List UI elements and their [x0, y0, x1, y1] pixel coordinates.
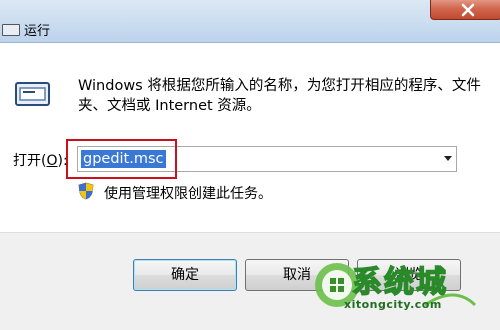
- title-bar: 运行: [0, 0, 500, 43]
- run-description: Windows 将根据您所输入的名称，为您打开相应的程序、文件夹、文档或 Int…: [78, 78, 481, 114]
- open-label: 打开(O):: [13, 153, 68, 169]
- dialog-body: Windows 将根据您所输入的名称，为您打开相应的程序、文件夹、文档或 Int…: [0, 43, 500, 231]
- close-icon: [461, 3, 475, 17]
- dropdown-arrow-icon[interactable]: [444, 156, 452, 161]
- run-program-icon: [15, 82, 50, 106]
- window-title: 运行: [24, 24, 51, 39]
- open-combobox[interactable]: gpedit.msc: [77, 146, 457, 172]
- run-window-icon: [2, 24, 20, 36]
- watermark-url: xitongcity.com: [344, 298, 442, 311]
- open-input-value[interactable]: gpedit.msc: [81, 150, 166, 168]
- admin-note: 使用管理权限创建此任务。: [104, 186, 272, 202]
- uac-shield-icon: [78, 182, 94, 200]
- watermark-text: 系统城: [351, 264, 448, 301]
- ok-button[interactable]: 确定: [133, 259, 237, 291]
- close-button[interactable]: [430, 0, 500, 20]
